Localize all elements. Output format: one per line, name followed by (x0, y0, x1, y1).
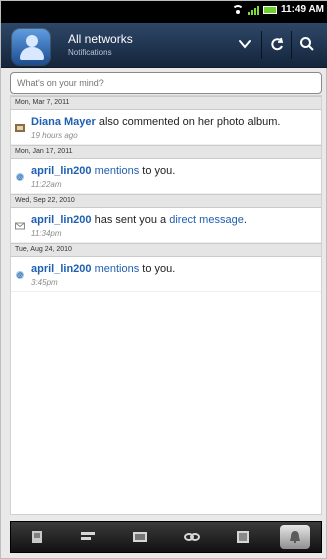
user-link[interactable]: april_lin200 (31, 214, 92, 226)
timestamp: 3:45pm (31, 278, 58, 287)
album-icon (15, 124, 25, 132)
message-tail: . (243, 214, 247, 226)
svg-text:@: @ (17, 175, 23, 181)
status-compose-box[interactable] (10, 72, 322, 94)
albums-tab[interactable] (125, 525, 155, 549)
notifications-list: Mon, Mar 7, 2011 Diana Mayer also commen… (10, 95, 322, 515)
signal-icon (248, 5, 260, 15)
message-text: to you. (139, 263, 176, 275)
screen: 11:49 AM All networks Notifications What… (0, 0, 327, 559)
list-icon (81, 532, 96, 540)
timestamp: 11:34pm (31, 229, 62, 238)
battery-icon (263, 5, 278, 14)
bell-icon (290, 531, 301, 543)
user-link[interactable]: april_lin200 (31, 165, 92, 177)
mention-icon: @ (16, 173, 24, 181)
mention-icon: @ (16, 271, 24, 279)
person-body-icon (20, 47, 44, 60)
person-icon (26, 35, 38, 47)
timestamp: 19 hours ago (31, 131, 78, 140)
photos2-tab[interactable] (228, 525, 258, 549)
notification-item[interactable]: @ april_lin200 mentions to you. 3:45pm (11, 257, 321, 292)
user-link[interactable]: Diana Mayer (31, 116, 96, 128)
search-button[interactable] (293, 27, 321, 61)
notification-text: april_lin200 has sent you a direct messa… (31, 214, 247, 226)
notifications-tab[interactable] (280, 525, 311, 549)
notification-item[interactable]: april_lin200 has sent you a direct messa… (11, 208, 321, 243)
image-icon (237, 531, 250, 543)
date-header: Mon, Mar 7, 2011 (11, 96, 321, 110)
refresh-button[interactable] (263, 27, 291, 61)
chevron-down-icon (239, 40, 251, 49)
notification-item[interactable]: @ april_lin200 mentions to you. 11:22am (11, 159, 321, 194)
notification-text: april_lin200 mentions to you. (31, 263, 175, 275)
date-header: Tue, Aug 24, 2010 (11, 243, 321, 257)
direct-message-link[interactable]: direct message (169, 214, 244, 226)
date-header: Wed, Sep 22, 2010 (11, 194, 321, 208)
message-text: has sent you a (91, 214, 170, 226)
svg-text:@: @ (17, 273, 23, 279)
notification-text: Diana Mayer also commented on her photo … (31, 116, 280, 128)
refresh-icon (271, 37, 284, 51)
message-text: also commented on her photo album. (95, 116, 281, 128)
header-separator (291, 31, 292, 59)
search-icon (300, 37, 314, 51)
film-icon (133, 532, 148, 542)
compose-input[interactable] (11, 73, 321, 93)
link-icon (183, 533, 200, 541)
photos-tab[interactable] (22, 525, 52, 549)
notification-text: april_lin200 mentions to you. (31, 165, 175, 177)
bottom-toolbar (10, 521, 322, 553)
notification-item[interactable]: Diana Mayer also commented on her photo … (11, 110, 321, 145)
app-icon[interactable] (12, 29, 50, 65)
mentions-link[interactable]: mentions (92, 263, 140, 275)
message-text: to you. (139, 165, 176, 177)
message-icon (15, 222, 25, 230)
page-subtitle: Notifications (68, 48, 112, 57)
links-tab[interactable] (177, 525, 207, 549)
updates-tab[interactable] (73, 525, 103, 549)
photo-icon (31, 531, 42, 543)
app-header: All networks Notifications (1, 23, 327, 68)
status-bar: 11:49 AM (1, 1, 327, 23)
wifi-icon (232, 4, 245, 15)
mentions-link[interactable]: mentions (92, 165, 140, 177)
dropdown-button[interactable] (231, 27, 259, 61)
header-separator (261, 31, 262, 59)
timestamp: 11:22am (31, 180, 62, 189)
status-icons: 11:49 AM (232, 4, 324, 15)
page-title[interactable]: All networks (68, 32, 133, 46)
date-header: Mon, Jan 17, 2011 (11, 145, 321, 159)
status-time: 11:49 AM (281, 4, 324, 15)
user-link[interactable]: april_lin200 (31, 263, 92, 275)
